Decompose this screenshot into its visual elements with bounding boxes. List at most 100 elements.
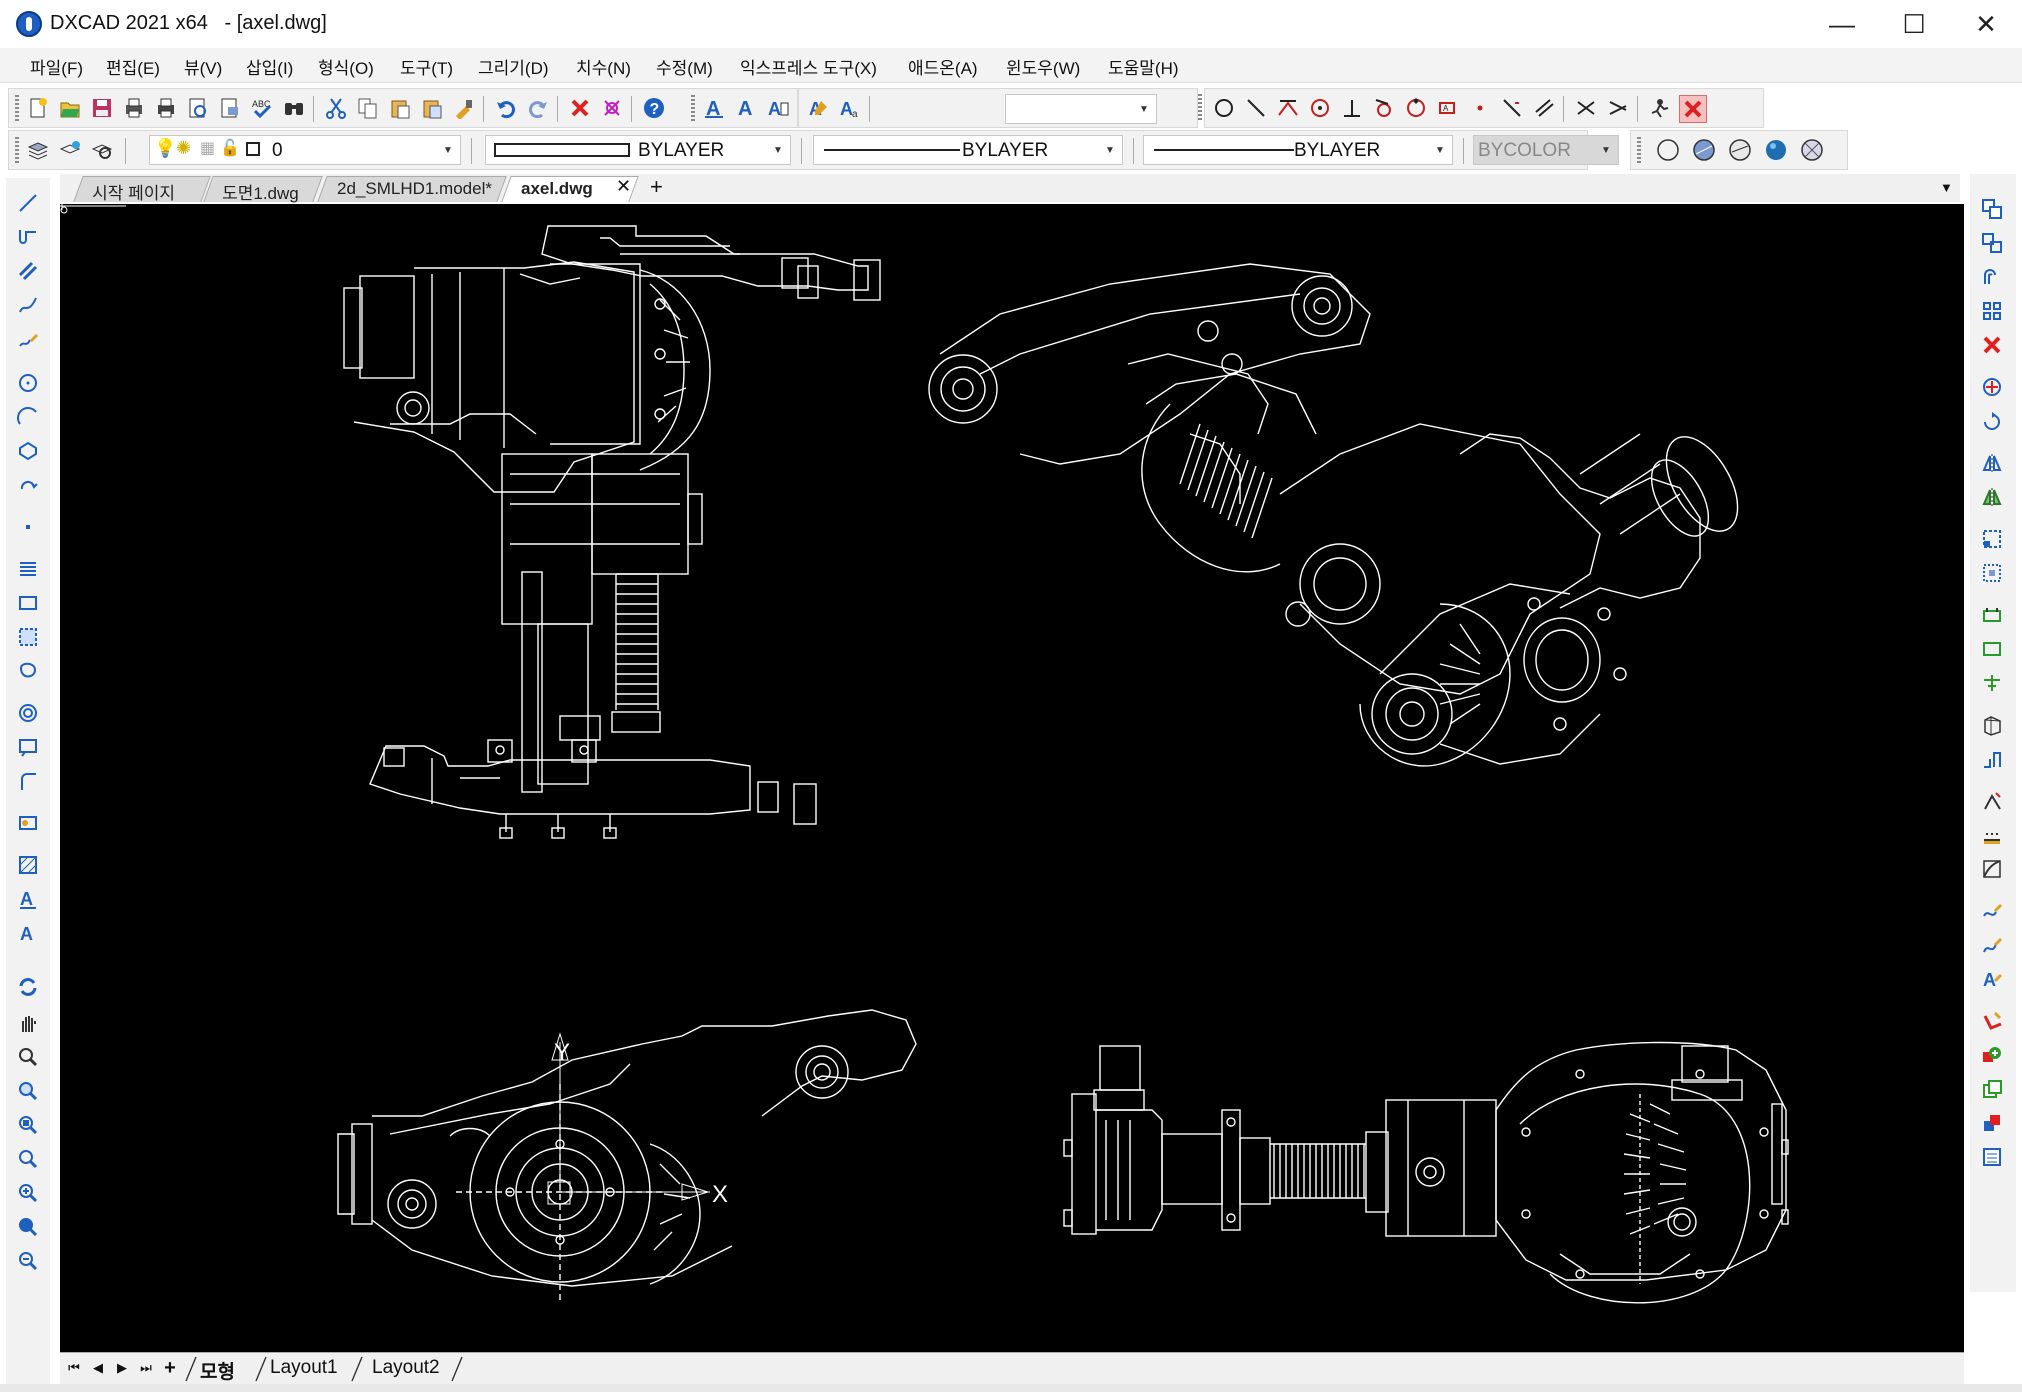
menu-insert[interactable]: 삽입(I) bbox=[246, 54, 293, 79]
refedit-icon[interactable] bbox=[1979, 1110, 2005, 1136]
zoom-scale-icon[interactable] bbox=[15, 1146, 41, 1172]
hatch-tool-icon[interactable] bbox=[15, 852, 41, 878]
erase-icon[interactable] bbox=[567, 95, 593, 121]
tab-start-page[interactable]: 시작 페이지 bbox=[73, 176, 211, 203]
polygon-tool-icon[interactable] bbox=[15, 438, 41, 464]
menu-help[interactable]: 도움말(H) bbox=[1108, 54, 1179, 79]
open-file-icon[interactable] bbox=[57, 95, 83, 121]
edit-text-icon[interactable]: A bbox=[805, 95, 831, 121]
menu-draw[interactable]: 그리기(D) bbox=[478, 54, 549, 79]
menu-format[interactable]: 형식(O) bbox=[318, 54, 374, 79]
chamfer-icon[interactable] bbox=[1979, 746, 2005, 772]
snap-insert-icon[interactable]: A bbox=[1435, 95, 1461, 121]
drawing-canvas[interactable]: Y X bbox=[60, 204, 1964, 1352]
edit-hatch-icon[interactable] bbox=[1979, 1008, 2005, 1034]
flat-shade-icon[interactable] bbox=[1727, 137, 1753, 163]
gouraud-shade-icon[interactable] bbox=[1763, 137, 1789, 163]
move-icon[interactable] bbox=[1979, 374, 2005, 400]
align-icon[interactable] bbox=[1979, 822, 2005, 848]
toolbar-grip[interactable] bbox=[15, 137, 19, 165]
snap-node-icon[interactable] bbox=[1467, 95, 1493, 121]
purge-icon[interactable] bbox=[599, 95, 625, 121]
zoom-dynamic-icon[interactable] bbox=[15, 1112, 41, 1138]
menu-express-tools[interactable]: 익스프레스 도구(X) bbox=[740, 54, 877, 79]
edit-text-tool-icon[interactable]: A bbox=[1979, 966, 2005, 992]
rotate-icon[interactable] bbox=[1979, 408, 2005, 434]
zoom-realtime-icon[interactable] bbox=[15, 1044, 41, 1070]
realistic-shade-icon[interactable] bbox=[1799, 137, 1825, 163]
circle-icon[interactable] bbox=[1211, 95, 1237, 121]
region-tool-icon[interactable] bbox=[15, 624, 41, 650]
boundary-tool-icon[interactable] bbox=[15, 658, 41, 684]
paste-icon[interactable] bbox=[387, 95, 413, 121]
menu-view[interactable]: 뷰(V) bbox=[184, 54, 222, 79]
help-icon[interactable]: ? bbox=[641, 95, 667, 121]
menu-dimension[interactable]: 치수(N) bbox=[576, 54, 631, 79]
osnap-none-icon[interactable] bbox=[1679, 95, 1707, 123]
zoom-out-icon[interactable] bbox=[15, 1248, 41, 1274]
copy-multiple-icon[interactable] bbox=[1979, 230, 2005, 256]
block-editor-icon[interactable] bbox=[1979, 1076, 2005, 1102]
polyline-tool-icon[interactable] bbox=[15, 224, 41, 250]
redo-icon[interactable] bbox=[525, 95, 551, 121]
menu-tools[interactable]: 도구(T) bbox=[400, 54, 453, 79]
edit-polyline-icon[interactable] bbox=[1979, 898, 2005, 924]
toolbar-grip[interactable] bbox=[1198, 94, 1202, 122]
donut-tool-icon[interactable] bbox=[15, 700, 41, 726]
linetype-select[interactable]: BYLAYER ▼ bbox=[813, 135, 1123, 165]
copy-object-icon[interactable] bbox=[1979, 196, 2005, 222]
stretch-icon[interactable] bbox=[1979, 560, 2005, 586]
toolbar-grip[interactable] bbox=[691, 95, 695, 123]
snap-intersection-icon[interactable] bbox=[1573, 95, 1599, 121]
properties-panel-icon[interactable] bbox=[1979, 1144, 2005, 1170]
snap-nearest-icon[interactable] bbox=[1499, 95, 1525, 121]
fillet-icon[interactable] bbox=[1979, 788, 2005, 814]
find-icon[interactable] bbox=[281, 95, 307, 121]
snap-tangent-icon[interactable] bbox=[1371, 95, 1397, 121]
print-icon[interactable] bbox=[153, 95, 179, 121]
new-file-icon[interactable] bbox=[25, 95, 51, 121]
tab-close-icon[interactable]: ✕ bbox=[616, 176, 631, 197]
mirror-icon[interactable] bbox=[1979, 450, 2005, 476]
extend-icon[interactable] bbox=[1979, 636, 2005, 662]
match-properties-icon[interactable] bbox=[451, 95, 477, 121]
plot-preview-icon[interactable] bbox=[185, 95, 211, 121]
layer-manager-icon[interactable] bbox=[25, 137, 51, 163]
zoom-window-icon[interactable] bbox=[15, 1078, 41, 1104]
spell-check-icon[interactable]: ABC bbox=[249, 95, 275, 121]
snap-midpoint-icon[interactable] bbox=[1275, 95, 1301, 121]
menu-edit[interactable]: 편집(E) bbox=[106, 54, 160, 79]
layer-previous-icon[interactable] bbox=[89, 137, 115, 163]
join-icon[interactable] bbox=[1979, 712, 2005, 738]
paste-special-icon[interactable] bbox=[419, 95, 445, 121]
menu-modify[interactable]: 수정(M) bbox=[656, 54, 713, 79]
copy-icon[interactable] bbox=[355, 95, 381, 121]
array-icon[interactable] bbox=[1979, 298, 2005, 324]
scale-icon[interactable] bbox=[1979, 526, 2005, 552]
tab-2d-smlhd1[interactable]: 2d_SMLHD1.model* bbox=[317, 176, 507, 202]
edit-spline-icon[interactable] bbox=[1979, 932, 2005, 958]
mtext-tool-icon[interactable]: A bbox=[15, 886, 41, 912]
tab-drawing1[interactable]: 도면1.dwg bbox=[203, 176, 323, 203]
line-tool-icon[interactable] bbox=[15, 190, 41, 216]
snap-quadrant-icon[interactable] bbox=[1403, 95, 1429, 121]
circle-tool-icon[interactable] bbox=[15, 370, 41, 396]
construction-line-icon[interactable] bbox=[15, 258, 41, 284]
leader-tool-icon[interactable] bbox=[15, 768, 41, 794]
break-icon[interactable] bbox=[1979, 670, 2005, 696]
table-tool-icon[interactable] bbox=[15, 734, 41, 760]
regen-icon[interactable] bbox=[15, 974, 41, 1000]
zoom-in-icon[interactable] bbox=[15, 1180, 41, 1206]
spline-tool-icon[interactable] bbox=[15, 292, 41, 318]
plotstyle-select[interactable]: BYCOLOR ▼ bbox=[1473, 135, 1619, 165]
lineweight-select[interactable]: BYLAYER ▼ bbox=[1143, 135, 1453, 165]
zoom-all-icon[interactable] bbox=[15, 1214, 41, 1240]
text-style-select[interactable]: ▼ bbox=[1005, 94, 1157, 124]
tab-list-chevron-icon[interactable]: ▼ bbox=[1940, 180, 1953, 195]
snap-apparent-icon[interactable] bbox=[1605, 95, 1631, 121]
undo-icon[interactable] bbox=[493, 95, 519, 121]
text-style-icon[interactable]: A bbox=[701, 95, 727, 121]
snap-perpendicular-icon[interactable] bbox=[1339, 95, 1365, 121]
color-select[interactable]: BYLAYER ▼ bbox=[485, 135, 791, 165]
hidden-shade-icon[interactable] bbox=[1691, 137, 1717, 163]
